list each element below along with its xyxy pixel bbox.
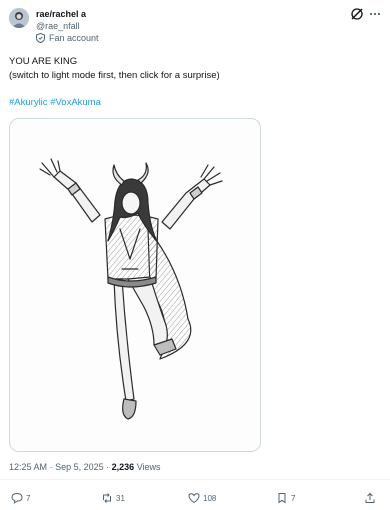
avatar[interactable]	[9, 8, 29, 28]
avatar-image	[9, 8, 29, 28]
post-time[interactable]: 12:25 AM	[9, 462, 47, 472]
fan-account-badge: Fan account	[36, 33, 99, 43]
post-image[interactable]	[9, 118, 261, 452]
bookmark-button[interactable]: 7	[276, 491, 295, 505]
shield-icon	[36, 33, 45, 43]
views-label: Views	[136, 462, 161, 472]
repost-icon	[103, 493, 111, 503]
hashtags: #Akurylic #VoxAkuma	[9, 97, 101, 108]
more-icon[interactable]	[368, 7, 382, 21]
post-metadata: 12:25 AM · Sep 5, 2025 · 2,236 Views	[9, 462, 161, 472]
author-name[interactable]: rae/rachel a	[36, 9, 86, 19]
views-count: 2,236	[111, 462, 135, 472]
bookmark-count: 7	[291, 493, 296, 503]
author-handle[interactable]: @rae_nfall	[36, 21, 80, 31]
bookmark-icon	[278, 493, 286, 504]
illustration-figure	[39, 158, 223, 420]
like-icon	[188, 493, 200, 504]
reply-icon	[11, 492, 23, 504]
hashtag-voxakuma[interactable]: #VoxAkuma	[50, 97, 101, 108]
post-date[interactable]: Sep 5, 2025	[55, 462, 104, 472]
post-text-line-2: (switch to light mode first, then click …	[9, 70, 220, 81]
reply-count: 7	[26, 493, 31, 503]
divider	[0, 479, 390, 480]
post-text-line-1: YOU ARE KING	[9, 56, 78, 67]
hashtag-akurylic[interactable]: #Akurylic	[9, 97, 48, 108]
share-icon	[365, 492, 375, 503]
meta-separator: ·	[106, 462, 110, 472]
fan-account-label: Fan account	[49, 33, 99, 43]
reply-button[interactable]: 7	[11, 491, 30, 505]
grok-icon[interactable]	[350, 7, 364, 21]
repost-button[interactable]: 31	[101, 491, 125, 505]
like-count: 108	[203, 493, 217, 503]
like-button[interactable]: 108	[188, 491, 216, 505]
meta-separator: ·	[49, 462, 53, 472]
share-button[interactable]	[364, 491, 376, 505]
repost-count: 31	[116, 493, 125, 503]
